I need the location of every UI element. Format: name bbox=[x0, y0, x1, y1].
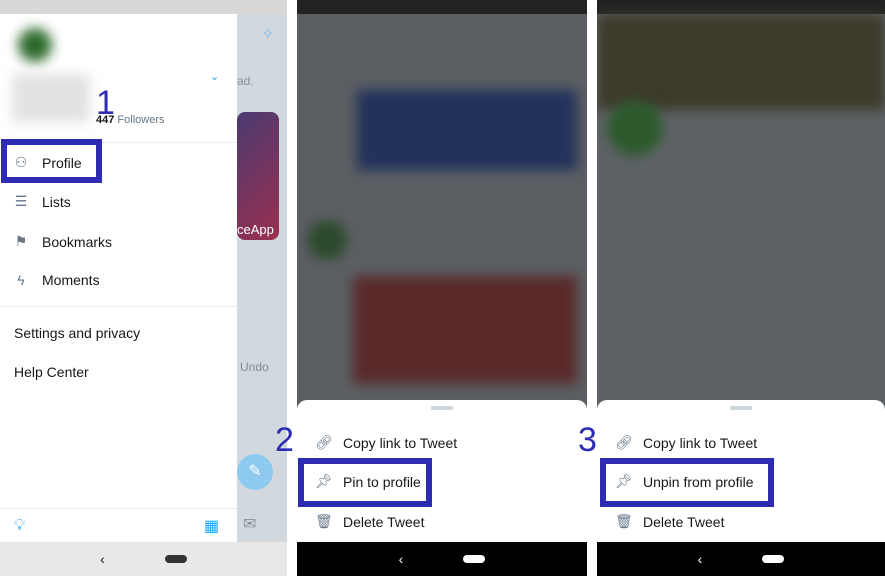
menu-item-lists[interactable]: ☰ Lists bbox=[14, 193, 71, 210]
delete-tweet-option[interactable]: 🗑︎ Delete Tweet bbox=[315, 513, 424, 530]
panel-profile-menu: 🔗︎ Copy link to Tweet 📌︎ Unpin from profil… bbox=[597, 0, 885, 576]
blurred-content bbox=[357, 90, 577, 170]
status-bar bbox=[0, 0, 287, 14]
label: Moments bbox=[42, 272, 100, 288]
sparkle-icon: ✧ bbox=[261, 26, 275, 43]
bookmark-icon: ⚑ bbox=[14, 233, 28, 249]
nav-bar: ‹ bbox=[297, 542, 587, 576]
menu-item-moments[interactable]: ϟ Moments bbox=[14, 272, 100, 288]
lightbulb-icon[interactable]: 💡︎ bbox=[14, 517, 25, 535]
compose-button[interactable]: ✎ bbox=[237, 454, 273, 490]
blurred-avatar bbox=[307, 220, 347, 260]
nav-bar: ‹ bbox=[0, 542, 287, 576]
drawer-footer: 💡︎ ▦ bbox=[0, 508, 237, 542]
blurred-avatar bbox=[607, 100, 663, 156]
bg-text: ad. bbox=[237, 74, 254, 88]
link-icon: 🔗︎ bbox=[615, 434, 633, 450]
copy-link-option[interactable]: 🔗︎ Copy link to Tweet bbox=[615, 434, 757, 451]
list-icon: ☰ bbox=[14, 193, 28, 209]
step-number: 1 bbox=[96, 84, 115, 122]
label: Help Center bbox=[14, 364, 89, 380]
menu-item-bookmarks[interactable]: ⚑ Bookmarks bbox=[14, 233, 112, 250]
sheet-handle[interactable] bbox=[431, 406, 453, 410]
account-name bbox=[12, 74, 90, 122]
label: Copy link to Tweet bbox=[343, 434, 458, 451]
label: Bookmarks bbox=[42, 233, 113, 250]
lightning-icon: ϟ bbox=[17, 272, 25, 288]
panel-tweet-menu: 🔗︎ Copy link to Tweet 📌︎ Pin to profile 🗑︎… bbox=[297, 0, 587, 576]
label: Copy link to Tweet bbox=[643, 434, 758, 451]
qr-code-icon[interactable]: ▦ bbox=[204, 516, 219, 536]
highlight-box bbox=[600, 458, 774, 507]
chevron-down-icon[interactable]: ⌄ bbox=[210, 70, 219, 83]
background-timeline: ✧ ad. ceApp Undo ✎ ✉ bbox=[237, 14, 287, 542]
label: Delete Tweet bbox=[643, 513, 725, 530]
undo-text: Undo bbox=[240, 360, 269, 374]
trash-icon: 🗑︎ bbox=[615, 513, 633, 529]
followers-label: Followers bbox=[117, 114, 165, 126]
trash-icon: 🗑︎ bbox=[315, 513, 333, 529]
home-button[interactable] bbox=[164, 555, 187, 563]
link-icon: 🔗︎ bbox=[315, 434, 333, 450]
status-bar bbox=[597, 0, 885, 14]
menu-item-help[interactable]: Help Center bbox=[14, 364, 89, 380]
label: Delete Tweet bbox=[343, 513, 425, 530]
copy-link-option[interactable]: 🔗︎ Copy link to Tweet bbox=[315, 434, 457, 451]
step-number: 2 bbox=[275, 421, 294, 459]
home-button[interactable] bbox=[762, 555, 785, 563]
step-number: 3 bbox=[578, 421, 597, 459]
highlight-box bbox=[298, 458, 432, 507]
highlight-box bbox=[1, 139, 102, 183]
nav-bar: ‹ bbox=[597, 542, 885, 576]
back-button[interactable]: ‹ bbox=[698, 551, 703, 567]
back-button[interactable]: ‹ bbox=[399, 551, 404, 567]
sheet-handle[interactable] bbox=[730, 406, 752, 410]
status-bar bbox=[297, 0, 587, 14]
blurred-image bbox=[353, 276, 577, 384]
label: Settings and privacy bbox=[14, 325, 141, 341]
divider bbox=[0, 306, 237, 307]
label: Lists bbox=[42, 193, 71, 210]
menu-item-settings[interactable]: Settings and privacy bbox=[14, 325, 140, 341]
bg-text: ceApp bbox=[237, 222, 274, 237]
panel-drawer: ✧ ad. ceApp Undo ✎ ✉ ⌄ 447 Followers ⚇ Pr… bbox=[0, 0, 287, 576]
bg-image bbox=[237, 112, 279, 240]
back-button[interactable]: ‹ bbox=[100, 551, 105, 567]
avatar[interactable] bbox=[18, 28, 52, 62]
mail-icon[interactable]: ✉ bbox=[243, 514, 256, 534]
drawer: ⌄ 447 Followers ⚇ Profile ☰ Lists ⚑ Bookmar… bbox=[0, 14, 237, 542]
delete-tweet-option[interactable]: 🗑︎ Delete Tweet bbox=[615, 513, 724, 530]
blurred-header bbox=[597, 14, 885, 110]
home-button[interactable] bbox=[463, 555, 486, 563]
